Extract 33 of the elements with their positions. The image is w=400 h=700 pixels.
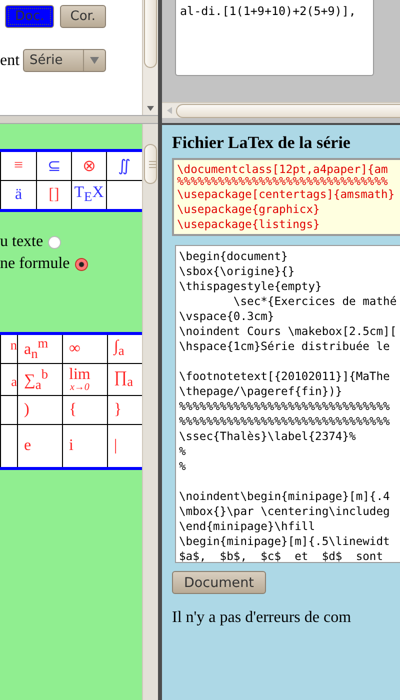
formula-cell[interactable]: n: [0, 334, 18, 364]
symbol-cell[interactable]: ⊗: [72, 150, 106, 180]
radio-label: u texte: [0, 233, 44, 251]
left-arrow-icon: [167, 107, 172, 114]
scrollbar[interactable]: [162, 102, 400, 118]
scrollbar[interactable]: [142, 124, 158, 700]
formula-cell[interactable]: ): [18, 396, 62, 424]
series-select[interactable]: Série: [22, 49, 106, 72]
caret-icon: [90, 57, 99, 64]
formula-cell[interactable]: lim x→0: [62, 364, 108, 396]
text-editor[interactable]: al-di.[1(1+9+10)+2(5+9)],: [175, 0, 374, 76]
formula-cell[interactable]: [0, 396, 18, 424]
symbol-cell[interactable]: T$_{E}$X: [72, 180, 106, 210]
radio-button[interactable]: [74, 258, 88, 270]
select-label: ent: [0, 52, 20, 70]
toolbar-button[interactable]: Cor.: [60, 5, 106, 28]
document-button[interactable]: Document: [172, 571, 266, 594]
radio-button[interactable]: [48, 236, 62, 248]
latex-editor[interactable]: \begin{document} \sbox{\origine}{} \thispagestyle{empty} \sec*{Exercices de mathé \vspace{0.3cm} \noindent Cours \makebox[2.5cm][ \hspace{1cm}Série distribuée le \footnotetext[{20102011}]{MaThe \thepage/\pageref{fin})} %%%%%%%%%%%%%%%%%%%%%%%%%%%%%%% %%%%%%%%%%%%%%%%%%%%%%%%%%%%%%% \ssec{Thalès}\label{2374}% % % \noindent\begin{minipage}[m]{.4 \mbox{}\par \centering\includeg \end{minipage}\hfill \begin{minipage}[m]{.5\linewidt $a$, $b$, $c$ et $d$ sont: [175, 245, 400, 563]
formula-cell[interactable]: [0, 424, 18, 468]
preamble-editor[interactable]: \documentclass[12pt,a4paper]{am %%%%%%%%%%%%%%%%%%%%%%%%%%%%%%% \usepackage[centertags]{amsmath} \usepackage{graphicx} \usepackage{listings}: [172, 158, 400, 236]
scrollbar[interactable]: [142, 0, 158, 115]
radio-label: ne formule: [0, 255, 70, 273]
formula-cell[interactable]: a: [0, 364, 18, 396]
status-message: Il n'y a pas d'erreurs de com: [172, 609, 352, 627]
section-title: Fichier LaTex de la série: [172, 133, 352, 154]
formula-cell[interactable]: ∞: [62, 334, 108, 364]
formula-cell[interactable]: {: [62, 396, 108, 424]
symbol-cell[interactable]: ≡: [0, 150, 36, 180]
down-arrow-icon: [147, 106, 154, 111]
symbol-cell[interactable]: ä: [0, 180, 36, 210]
symbol-cell[interactable]: ⊆: [36, 150, 72, 180]
grip-icon: [149, 161, 156, 168]
